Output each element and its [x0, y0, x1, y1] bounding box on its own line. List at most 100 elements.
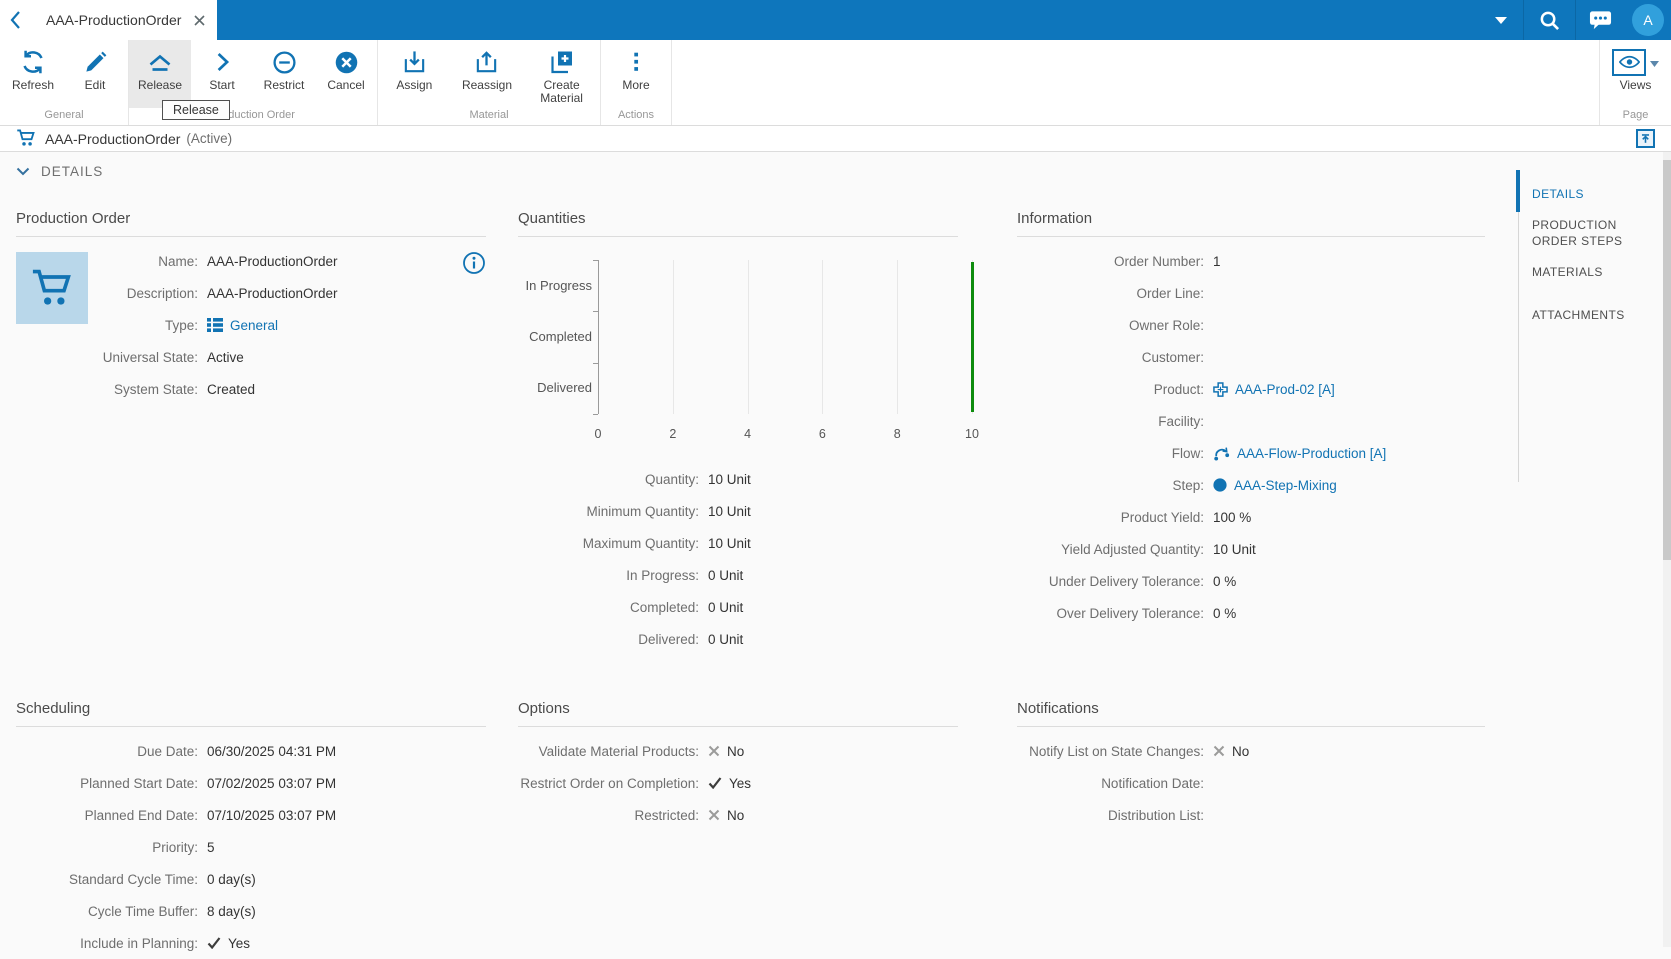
- field-value-text: 06/30/2025 04:31 PM: [207, 744, 336, 759]
- cancel-button[interactable]: Cancel: [315, 40, 377, 108]
- field-row: Under Delivery Tolerance:0 %: [1017, 565, 1485, 597]
- field-value: 100 %: [1213, 510, 1251, 525]
- field-row: Due Date:06/30/2025 04:31 PM: [16, 735, 486, 767]
- production-order-panel: Production Order Name:AAA-ProductionOrde…: [16, 210, 486, 405]
- field-value: 07/10/2025 03:07 PM: [207, 808, 336, 823]
- reassign-button[interactable]: Reassign: [456, 40, 518, 108]
- field-label: Maximum Quantity:: [518, 536, 708, 551]
- field-row: Distribution List:: [1017, 799, 1485, 831]
- chart-gridline: [897, 260, 898, 414]
- restrict-icon: [272, 47, 297, 77]
- field-value-text: 0 %: [1213, 606, 1236, 621]
- field-value: 10 Unit: [708, 536, 751, 551]
- eye-icon: [1612, 49, 1646, 76]
- information-panel: Information Order Number:1Order Line:Own…: [1017, 210, 1485, 629]
- collapse-panel-icon[interactable]: [1636, 129, 1655, 148]
- check-icon: [708, 777, 722, 789]
- field-row: Completed:0 Unit: [518, 591, 958, 623]
- tab-title[interactable]: AAA-ProductionOrder: [46, 12, 181, 28]
- section-nav: DETAILS PRODUCTION ORDER STEPS MATERIALS…: [1532, 182, 1664, 323]
- reassign-button-label: Reassign: [462, 79, 512, 92]
- field-value-link[interactable]: AAA-Prod-02 [A]: [1235, 382, 1335, 397]
- field-value: AAA-ProductionOrder: [207, 254, 338, 269]
- nav-item-attachments[interactable]: ATTACHMENTS: [1532, 307, 1664, 323]
- step-icon[interactable]: [1213, 478, 1227, 492]
- field-value: General: [207, 318, 278, 333]
- chart-axis-tick: [593, 260, 598, 261]
- avatar[interactable]: A: [1632, 4, 1664, 36]
- field-row: Planned End Date:07/10/2025 03:07 PM: [16, 799, 486, 831]
- panel-divider: [1017, 726, 1485, 727]
- field-value-link[interactable]: General: [230, 318, 278, 333]
- field-value: AAA-Step-Mixing: [1213, 478, 1337, 493]
- field-label: System State:: [16, 382, 207, 397]
- create-material-button[interactable]: Create Material: [529, 40, 595, 108]
- field-label: Priority:: [16, 840, 207, 855]
- start-icon: [211, 47, 233, 77]
- restrict-button-label: Restrict: [264, 79, 305, 92]
- flow-icon[interactable]: [1213, 446, 1230, 461]
- chart-x-tick-label: 0: [581, 427, 615, 441]
- scrollbar-track[interactable]: [1663, 152, 1671, 947]
- field-row: Product:AAA-Prod-02 [A]: [1017, 373, 1485, 405]
- field-label: Order Number:: [1017, 254, 1213, 269]
- chart-axis-spine: [598, 260, 599, 414]
- assign-button-label: Assign: [396, 79, 432, 92]
- chart-x-tick-label: 4: [731, 427, 765, 441]
- panel-divider: [16, 236, 486, 237]
- panel-divider: [518, 726, 958, 727]
- restrict-button[interactable]: Restrict: [253, 40, 315, 108]
- field-value-link[interactable]: AAA-Step-Mixing: [1234, 478, 1337, 493]
- quantities-fields: Quantity:10 UnitMinimum Quantity:10 Unit…: [518, 463, 958, 655]
- back-icon[interactable]: [0, 10, 30, 30]
- field-value: 8 day(s): [207, 904, 256, 919]
- cancel-icon: [334, 47, 359, 77]
- field-value: Created: [207, 382, 255, 397]
- field-label: Minimum Quantity:: [518, 504, 708, 519]
- toolbar-group-page: Views Page: [1599, 40, 1671, 125]
- field-row: Priority:5: [16, 831, 486, 863]
- chevron-down-icon[interactable]: [1479, 0, 1523, 40]
- cancel-button-label: Cancel: [327, 79, 364, 92]
- panel-title: Quantities: [518, 210, 958, 228]
- release-button[interactable]: Release: [129, 40, 191, 108]
- details-section-header[interactable]: DETAILS: [16, 164, 103, 179]
- edit-button[interactable]: Edit: [64, 40, 126, 108]
- field-label: Yield Adjusted Quantity:: [1017, 542, 1213, 557]
- assign-button[interactable]: Assign: [383, 40, 445, 108]
- topbar-actions: A: [1479, 0, 1671, 40]
- field-value-link[interactable]: AAA-Flow-Production [A]: [1237, 446, 1386, 461]
- start-button[interactable]: Start: [191, 40, 253, 108]
- refresh-button[interactable]: Refresh: [2, 40, 64, 108]
- field-value: 0 Unit: [708, 600, 743, 615]
- field-label: Order Line:: [1017, 286, 1213, 301]
- field-row: Yield Adjusted Quantity:10 Unit: [1017, 533, 1485, 565]
- sidenav-active-indicator: [1516, 170, 1520, 212]
- nav-item-production-order-steps[interactable]: PRODUCTION ORDER STEPS: [1532, 217, 1664, 249]
- edit-button-label: Edit: [85, 79, 106, 92]
- views-button[interactable]: Views: [1603, 40, 1669, 108]
- chat-icon[interactable]: [1576, 0, 1624, 40]
- type-list-icon[interactable]: [207, 318, 223, 332]
- product-icon[interactable]: [1213, 382, 1228, 397]
- field-value-text: 0 day(s): [207, 872, 256, 887]
- check-icon: [207, 937, 221, 949]
- info-icon[interactable]: [463, 252, 485, 277]
- field-value-text: 07/02/2025 03:07 PM: [207, 776, 336, 791]
- field-row: Product Yield:100 %: [1017, 501, 1485, 533]
- cart-icon: [30, 267, 74, 310]
- nav-item-details[interactable]: DETAILS: [1532, 186, 1664, 202]
- edit-icon: [83, 47, 108, 77]
- field-value: AAA-ProductionOrder: [207, 286, 338, 301]
- field-row: Flow:AAA-Flow-Production [A]: [1017, 437, 1485, 469]
- field-row: Notify List on State Changes:No: [1017, 735, 1485, 767]
- more-button[interactable]: More: [605, 40, 667, 108]
- field-row: Delivered:0 Unit: [518, 623, 958, 655]
- field-value: 0 Unit: [708, 568, 743, 583]
- field-row: Restricted:No: [518, 799, 958, 831]
- search-icon[interactable]: [1524, 0, 1575, 40]
- close-icon[interactable]: [194, 15, 205, 26]
- nav-item-materials[interactable]: MATERIALS: [1532, 264, 1664, 280]
- scrollbar-thumb[interactable]: [1663, 160, 1671, 560]
- chart-x-tick-label: 2: [656, 427, 690, 441]
